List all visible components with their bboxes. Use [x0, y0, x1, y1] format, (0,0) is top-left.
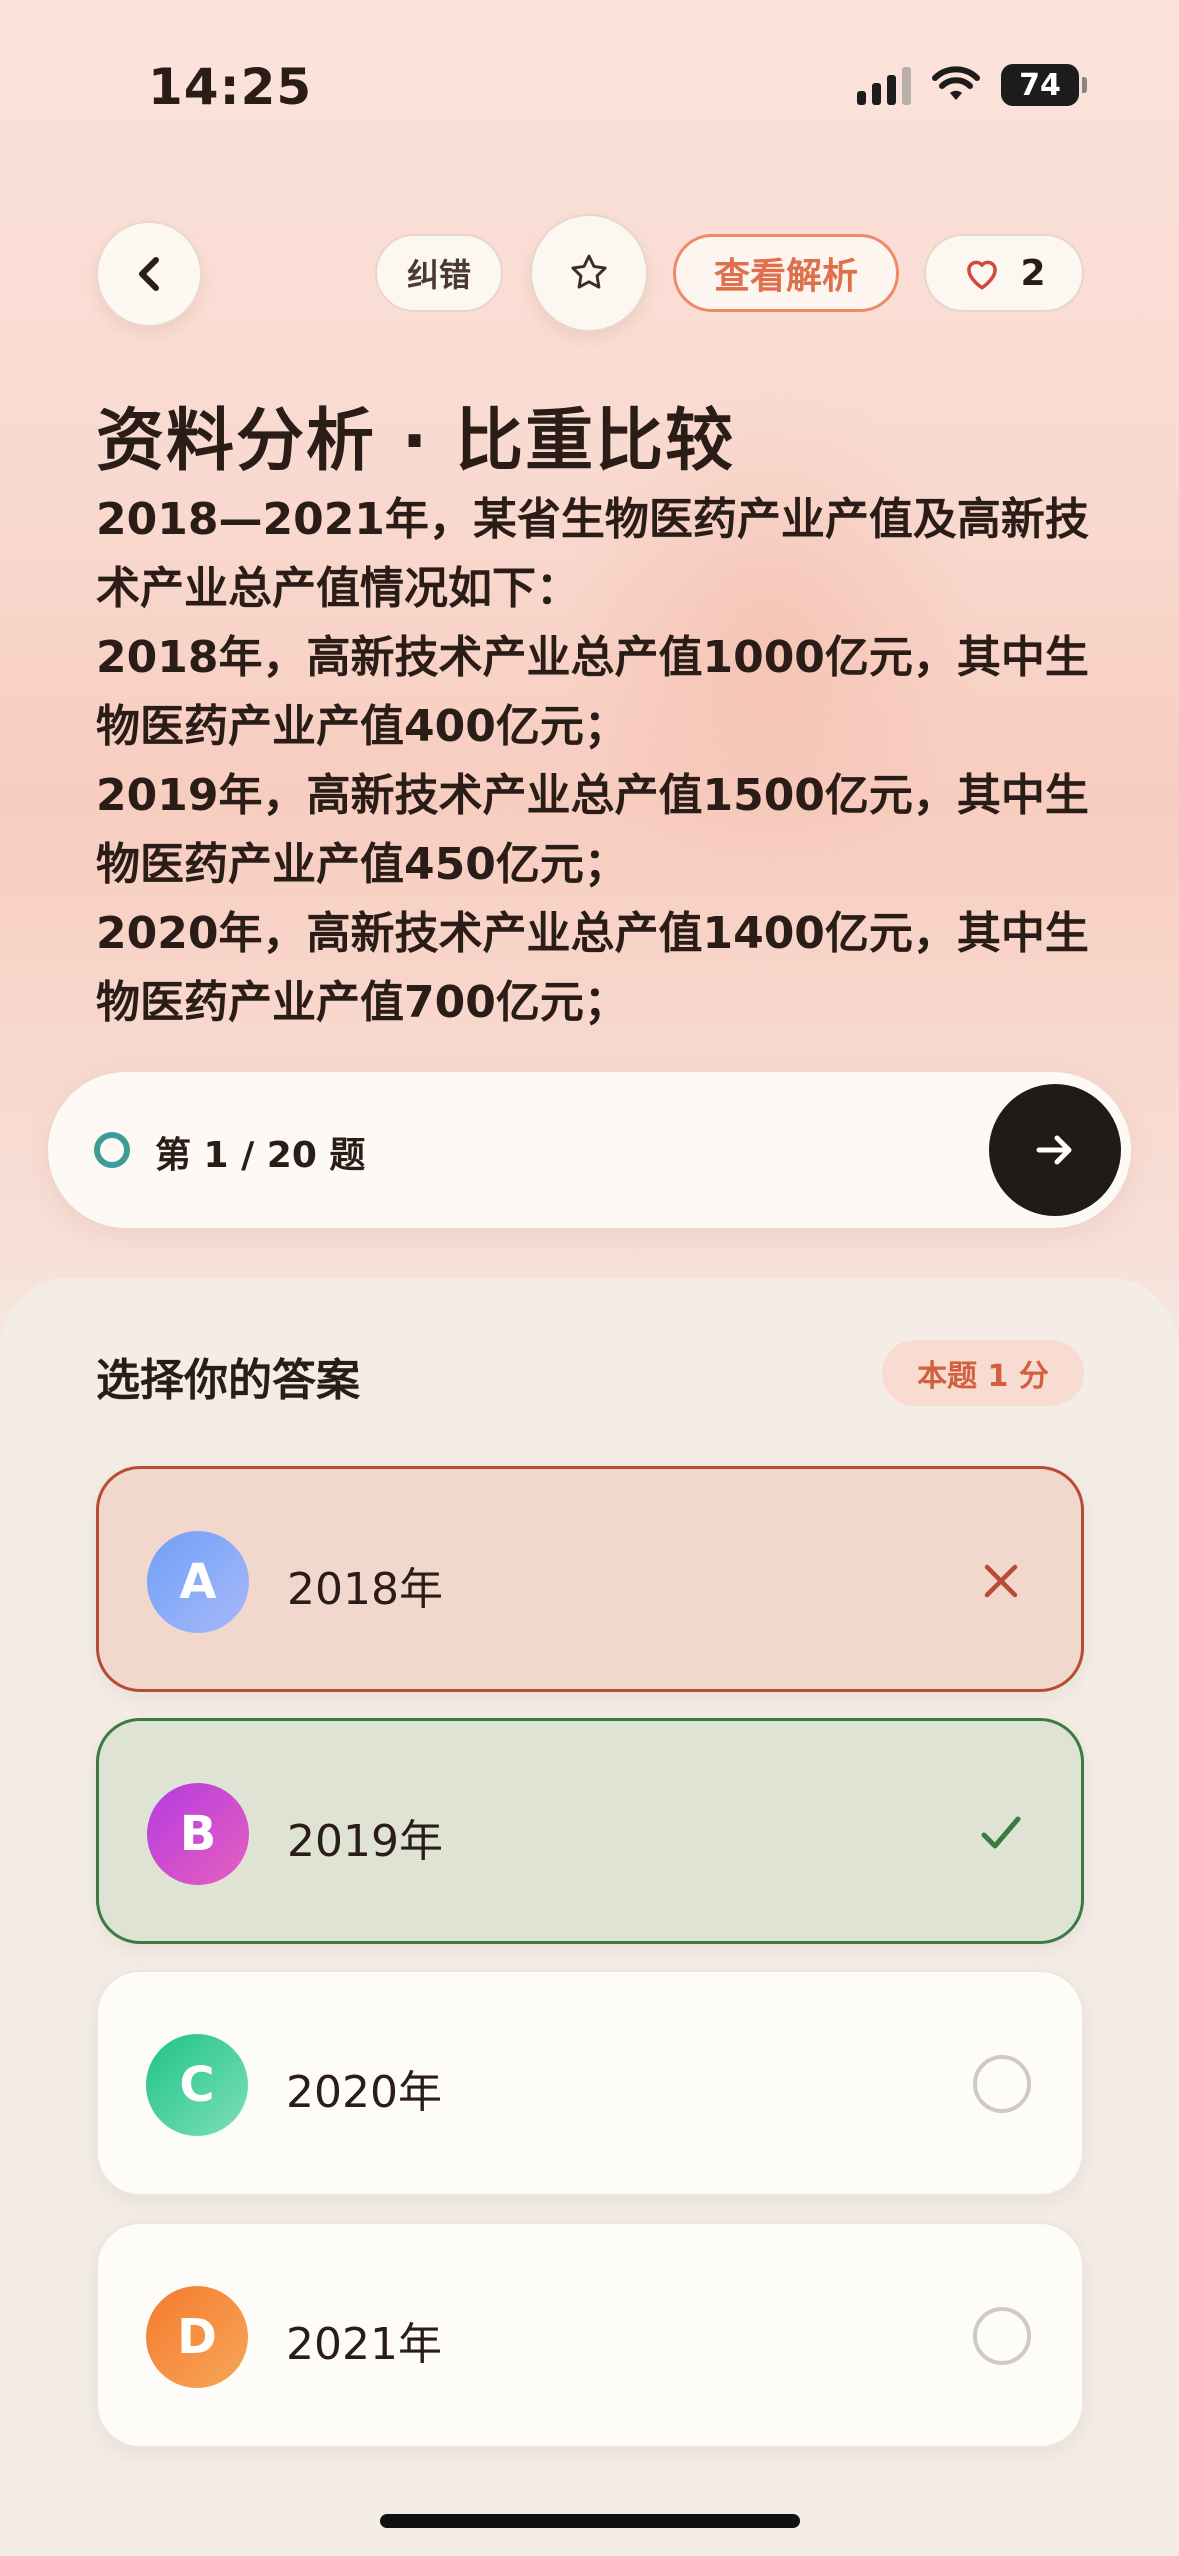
report-error-button[interactable]: 纠错 [375, 234, 503, 312]
check-icon [969, 1801, 1033, 1865]
status-indicators: 74 [857, 64, 1087, 106]
question-title: 资料分析 · 比重比较 [96, 402, 736, 481]
option-text: 2021年 [286, 2319, 442, 2370]
battery-level: 74 [1019, 67, 1061, 103]
favorite-button[interactable] [530, 214, 648, 332]
option-text: 2020年 [286, 2067, 442, 2118]
back-button[interactable] [96, 221, 202, 327]
passage-line: 2018—2021年，某省生物医药产业产值及高新技术产业总产值情况如下： [96, 494, 1089, 614]
option-text: 2019年 [287, 1816, 443, 1867]
like-button[interactable]: 2 [924, 234, 1084, 312]
option-letter: B [147, 1783, 249, 1885]
question-progress-bar: 第 1 / 20 题 [48, 1072, 1131, 1228]
option-letter: D [146, 2286, 248, 2388]
option-c[interactable]: C 2020年 [96, 1970, 1084, 2196]
progress-ring-icon [94, 1132, 130, 1168]
passage-line: 2018年，高新技术产业总产值1000亿元，其中生物医药产业产值400亿元； [96, 632, 1089, 752]
like-count: 2 [1020, 252, 1046, 294]
option-letter: C [146, 2034, 248, 2136]
cellular-signal-icon [857, 65, 911, 105]
option-d[interactable]: D 2021年 [96, 2222, 1084, 2448]
arrow-right-icon [1036, 1135, 1072, 1165]
status-time: 14:25 [148, 58, 313, 116]
passage-line: 2020年，高新技术产业总产值1400亿元，其中生物医药产业产值700亿元； [96, 908, 1089, 1028]
heart-icon [967, 260, 998, 290]
back-chevron-icon [139, 257, 159, 291]
home-indicator[interactable] [380, 2514, 800, 2528]
answer-sheet-title: 选择你的答案 [96, 1355, 360, 1406]
battery-indicator: 74 [1001, 64, 1087, 106]
radio-wrapper [970, 2304, 1034, 2368]
next-question-button[interactable] [989, 1084, 1121, 1216]
score-badge: 本题 1 分 [882, 1340, 1084, 1406]
progress-label: 第 1 / 20 题 [155, 1135, 366, 1176]
wifi-icon [932, 66, 980, 100]
passage-line: 2019年，高新技术产业总产值1500亿元，其中生物医药产业产值450亿元； [96, 770, 1089, 890]
option-b[interactable]: B 2019年 [96, 1718, 1084, 1944]
radio-wrapper [970, 2052, 1034, 2116]
option-letter: A [147, 1531, 249, 1633]
view-analysis-button[interactable]: 查看解析 [673, 234, 899, 312]
option-a[interactable]: A 2018年 [96, 1466, 1084, 1692]
radio-icon[interactable] [973, 2055, 1031, 2113]
question-passage: 2018—2021年，某省生物医药产业产值及高新技术产业总产值情况如下： 201… [96, 485, 1096, 1037]
wrong-x-icon [969, 1549, 1033, 1613]
star-icon [571, 254, 607, 289]
option-text: 2018年 [287, 1564, 443, 1615]
radio-icon[interactable] [973, 2307, 1031, 2365]
